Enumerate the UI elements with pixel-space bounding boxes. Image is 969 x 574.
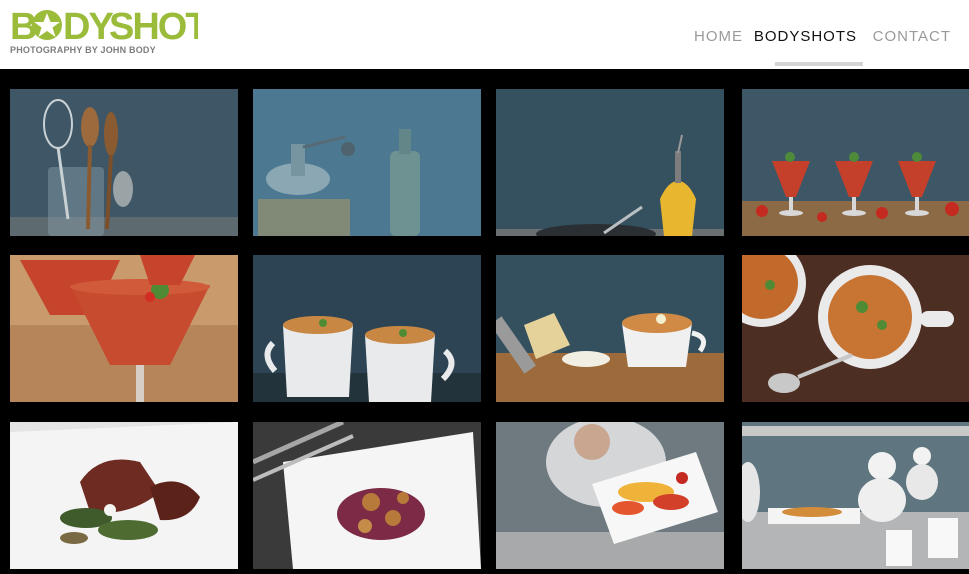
logo-wordmark-graphic: B DY SHOTS bbox=[10, 6, 233, 48]
gallery-tile-soup-mugs[interactable] bbox=[253, 255, 481, 402]
chef-plate-photo bbox=[496, 422, 724, 569]
kitchen-pass-photo bbox=[742, 422, 969, 569]
site-logo[interactable]: B DY SHOTS PHOTOGRAPHY BY JOHN BODY bbox=[10, 5, 233, 60]
svg-text:SHOTS: SHOTS bbox=[109, 6, 198, 45]
parmesan-soup-photo bbox=[496, 255, 724, 402]
gallery-tile-utensils[interactable] bbox=[10, 89, 238, 236]
gallery-tile-gazpacho-closeup[interactable] bbox=[10, 255, 238, 402]
nav-bodyshots[interactable]: BODYSHOTS bbox=[754, 28, 857, 45]
gallery-tile-kitchen-pass[interactable] bbox=[742, 422, 969, 569]
logo-tagline: PHOTOGRAPHY BY JOHN BODY bbox=[10, 45, 156, 55]
gallery-tile-oil[interactable] bbox=[496, 89, 724, 236]
photo-gallery bbox=[0, 69, 969, 574]
gallery-tile-chef-plate[interactable] bbox=[496, 422, 724, 569]
slaw-photo bbox=[253, 422, 481, 569]
gazpacho-photo bbox=[742, 89, 969, 236]
gallery-tile-steak[interactable] bbox=[10, 422, 238, 569]
soup-mugs-photo bbox=[253, 255, 481, 402]
gazpacho-closeup-photo bbox=[10, 255, 238, 402]
gallery-tile-gazpacho[interactable] bbox=[742, 89, 969, 236]
svg-text:DY: DY bbox=[63, 6, 113, 45]
utensils-photo bbox=[10, 89, 238, 236]
gallery-tile-stew[interactable] bbox=[742, 255, 969, 402]
site-header: B DY SHOTS PHOTOGRAPHY BY JOHN BODY HOME… bbox=[0, 0, 969, 69]
oil-photo bbox=[496, 89, 724, 236]
gallery-tile-slaw[interactable] bbox=[253, 422, 481, 569]
steak-photo bbox=[10, 422, 238, 569]
grinder-photo bbox=[253, 89, 481, 236]
stew-photo bbox=[742, 255, 969, 402]
gallery-tile-grinder[interactable] bbox=[253, 89, 481, 236]
nav-active-indicator bbox=[775, 62, 863, 66]
nav-contact[interactable]: CONTACT bbox=[873, 28, 951, 45]
nav-home[interactable]: HOME bbox=[694, 28, 743, 45]
gallery-tile-parmesan-soup[interactable] bbox=[496, 255, 724, 402]
